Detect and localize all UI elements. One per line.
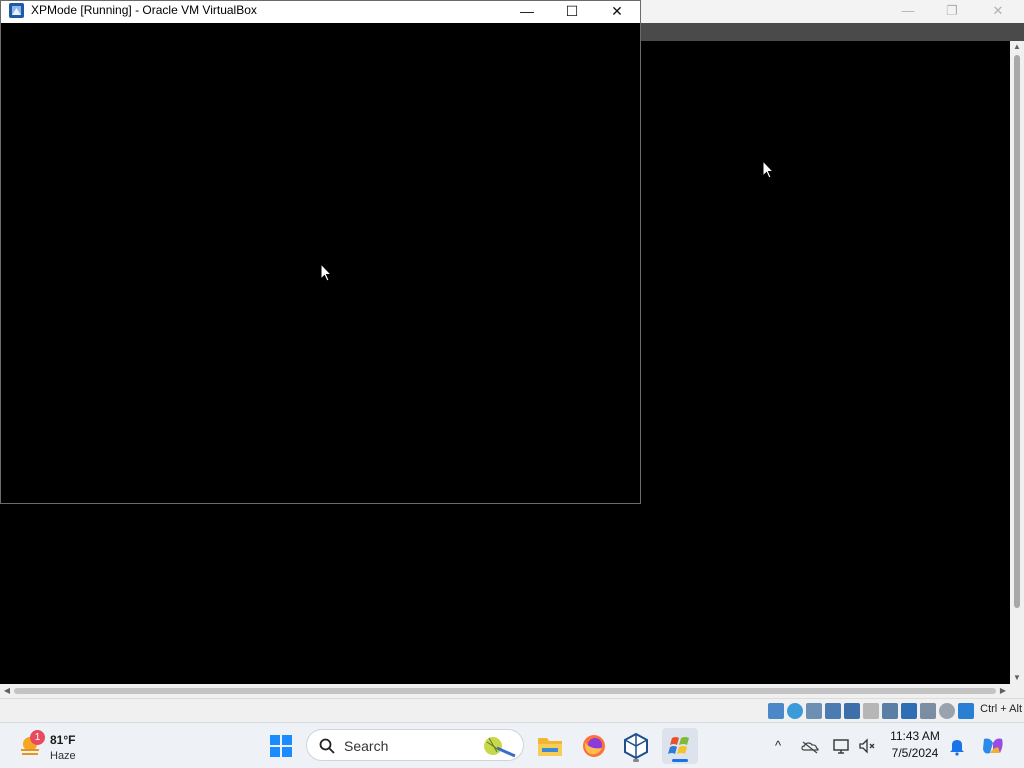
horizontal-scroll-thumb[interactable] bbox=[14, 688, 996, 694]
xp-mode-button[interactable] bbox=[662, 728, 698, 764]
clock-time: 11:43 AM bbox=[890, 729, 940, 743]
clock-date: 7/5/2024 bbox=[891, 746, 939, 760]
volume-muted-icon[interactable] bbox=[856, 735, 878, 757]
scroll-right-arrow-icon[interactable]: ▶ bbox=[996, 684, 1010, 698]
vertical-scroll-thumb[interactable] bbox=[1014, 55, 1020, 608]
taskbar: 1 81°F Haze Search ^ 11:43 AM 7/5/2024 bbox=[0, 722, 1024, 768]
firefox-icon bbox=[583, 735, 605, 757]
optical-drive-icon[interactable] bbox=[787, 703, 803, 719]
onedrive-icon[interactable] bbox=[799, 735, 821, 757]
horizontal-scrollbar[interactable]: ◀ ▶ bbox=[0, 684, 1010, 698]
vm-status-bar: Ctrl + Alt bbox=[0, 698, 1024, 722]
minimize-button[interactable]: — bbox=[504, 1, 550, 23]
status-icons bbox=[768, 702, 974, 720]
windows-start-icon bbox=[270, 735, 292, 757]
maximize-button[interactable]: ☐ bbox=[549, 1, 595, 23]
running-indicator bbox=[633, 759, 639, 762]
display-icon[interactable] bbox=[882, 703, 898, 719]
mouse-cursor-icon bbox=[762, 160, 774, 179]
video-capture-icon[interactable] bbox=[901, 703, 917, 719]
close-button[interactable]: ✕ bbox=[594, 1, 640, 23]
usb-icon[interactable] bbox=[844, 703, 860, 719]
notification-badge: 1 bbox=[30, 730, 45, 745]
background-window-menubar bbox=[640, 23, 1024, 41]
weather-widget[interactable]: 1 81°F Haze bbox=[14, 728, 104, 764]
shared-folders-icon[interactable] bbox=[863, 703, 879, 719]
host-key-label[interactable]: Ctrl + Alt bbox=[980, 703, 1022, 715]
background-minimize-button[interactable]: — bbox=[886, 0, 930, 23]
mouse-cursor-icon bbox=[320, 263, 332, 282]
scroll-down-arrow-icon[interactable]: ▼ bbox=[1010, 672, 1024, 684]
xpmode-window-titlebar[interactable]: XPMode [Running] - Oracle VM VirtualBox … bbox=[1, 1, 640, 23]
file-explorer-icon bbox=[538, 738, 562, 756]
start-button[interactable] bbox=[263, 728, 299, 764]
window-title: XPMode [Running] - Oracle VM VirtualBox bbox=[31, 3, 257, 17]
background-close-button[interactable]: ✕ bbox=[976, 0, 1020, 23]
network-icon[interactable] bbox=[825, 703, 841, 719]
search-highlight-icon bbox=[484, 737, 516, 758]
virtualbox-app-icon bbox=[9, 3, 24, 18]
desktop: — ❐ ✕ ▲ ▼ ◀ ▶ Ctrl + Alt XPMode [Running… bbox=[0, 0, 1024, 768]
firefox-button[interactable] bbox=[576, 728, 612, 764]
virtualization-icon[interactable] bbox=[920, 703, 936, 719]
audio-icon[interactable] bbox=[806, 703, 822, 719]
show-hidden-icons-button[interactable]: ^ bbox=[767, 735, 789, 757]
weather-temperature: 81°F bbox=[50, 733, 76, 747]
search-icon bbox=[319, 738, 335, 754]
mouse-integration-icon[interactable] bbox=[958, 703, 974, 719]
vertical-scrollbar[interactable]: ▲ ▼ bbox=[1010, 41, 1024, 684]
network-status-icon[interactable] bbox=[830, 735, 852, 757]
virtualbox-button[interactable] bbox=[618, 728, 654, 764]
taskbar-search-box[interactable]: Search bbox=[306, 729, 524, 761]
xpmode-window: XPMode [Running] - Oracle VM VirtualBox … bbox=[0, 0, 641, 504]
scroll-up-arrow-icon[interactable]: ▲ bbox=[1010, 41, 1024, 53]
search-label: Search bbox=[344, 738, 389, 754]
clock[interactable]: 11:43 AM 7/5/2024 bbox=[884, 729, 946, 760]
file-explorer-button[interactable] bbox=[532, 728, 568, 764]
background-restore-button[interactable]: ❐ bbox=[930, 0, 974, 23]
notification-bell-icon[interactable] bbox=[946, 735, 968, 757]
active-indicator bbox=[672, 759, 688, 762]
scroll-left-arrow-icon[interactable]: ◀ bbox=[0, 684, 14, 698]
copilot-icon[interactable] bbox=[980, 735, 1006, 757]
hard-disk-icon[interactable] bbox=[768, 703, 784, 719]
cpu-icon[interactable] bbox=[939, 703, 955, 719]
scrollbar-corner bbox=[1010, 684, 1024, 698]
weather-condition: Haze bbox=[50, 750, 76, 762]
